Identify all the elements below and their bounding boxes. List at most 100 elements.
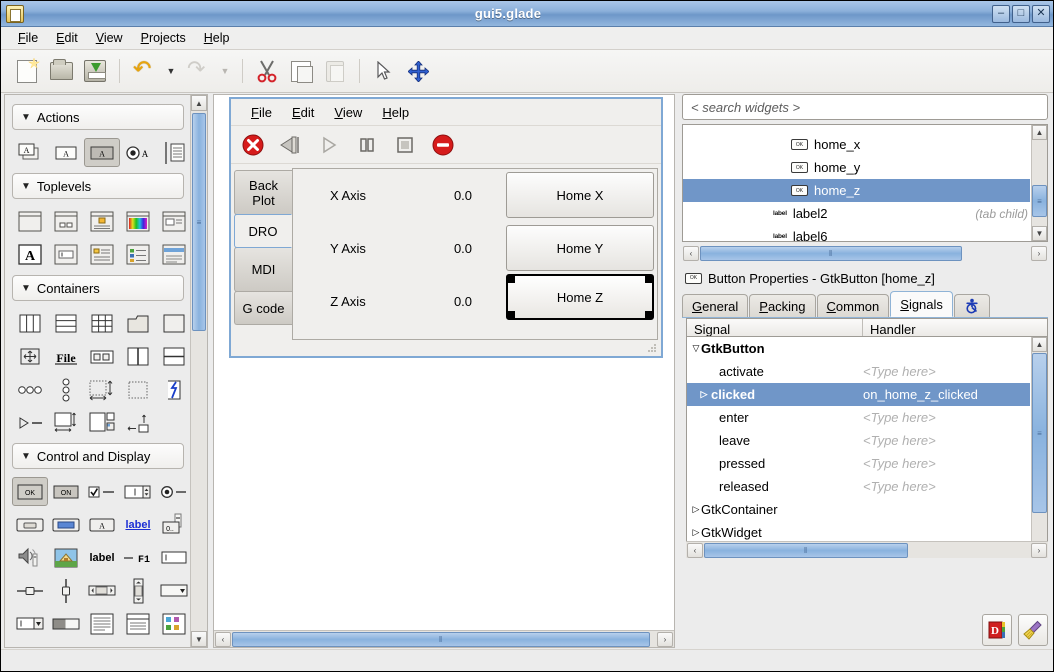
mock-menu-view[interactable]: View [324,105,372,120]
paste-icon[interactable] [319,55,351,87]
estop-icon[interactable] [239,131,267,159]
separator-icon[interactable] [156,642,192,647]
widget-tree-vertical-scrollbar[interactable]: ▲ ≡ ▼ [1031,125,1047,241]
table-icon[interactable] [84,309,120,338]
widget-tree-horizontal-scrollbar[interactable]: ‹ ‖ › [682,244,1048,262]
toolbar-dock-icon[interactable] [120,408,156,437]
action-group-icon[interactable]: A [12,138,48,167]
signals-scroll-up-button[interactable]: ▲ [1032,337,1047,352]
vbutton-box-icon[interactable] [12,375,48,404]
recent-action-icon[interactable] [156,138,192,167]
signals-hscroll-right-button[interactable]: › [1031,542,1047,558]
tree-scroll-up-button[interactable]: ▲ [1032,125,1047,140]
home-z-button[interactable]: Home Z [506,274,654,320]
palette-group-control-and-display[interactable]: ▼ Control and Display [12,443,184,469]
mock-menu-edit[interactable]: Edit [282,105,324,120]
signals-vertical-scrollbar[interactable]: ▲ ≡ ▼ [1031,337,1047,557]
signals-hscroll-thumb[interactable]: ‖ [704,542,908,558]
expander-open-icon[interactable]: ▽ [687,343,701,354]
signals-tree-view[interactable]: ▽ GtkButton activate <Type here> ▷ clicked… [686,336,1048,558]
signals-row-gtkcontainer[interactable]: ▷ GtkContainer [687,498,1030,521]
search-widgets-input[interactable]: < search widgets > [682,94,1048,120]
event-box-icon[interactable] [48,375,84,404]
selection-handle-bottom-left[interactable] [508,311,515,318]
radio-action-icon[interactable]: A [120,138,156,167]
palette-group-actions[interactable]: ▼ Actions [12,104,184,130]
scrolled-window-icon[interactable] [48,408,84,437]
selection-handle-top-right[interactable] [645,276,652,283]
hbutton-box-icon[interactable] [84,342,120,371]
expander-closed-icon[interactable]: ▷ [697,389,711,400]
tab-signals[interactable]: Signals [890,291,953,317]
signals-row-released-handler[interactable]: <Type here> [863,479,1030,494]
select-pointer-icon[interactable] [368,55,400,87]
signals-row-leave-handler[interactable]: <Type here> [863,433,1030,448]
mock-menu-file[interactable]: File [241,105,282,120]
tab-general[interactable]: General [682,294,749,317]
home-x-button[interactable]: Home X [506,172,654,218]
signals-row-enter-handler[interactable]: <Type here> [863,410,1030,425]
handle-box-icon[interactable] [84,408,120,437]
close-button[interactable]: ✕ [1032,4,1050,23]
volume-button-icon[interactable] [12,543,48,572]
palette-vertical-scrollbar[interactable]: ▲ ≡ ▼ [190,95,207,647]
home-y-button[interactable]: Home Y [506,225,654,271]
widget-tree-view[interactable]: OK home_x OK home_y OK home_z label labe… [682,124,1048,242]
radio-button-icon[interactable] [156,477,192,506]
file-chooser-button-icon[interactable] [12,510,48,539]
signals-row-released[interactable]: released <Type here> [687,475,1030,498]
dialog-icon[interactable] [48,207,84,236]
notebook-icon[interactable] [120,309,156,338]
action-icon[interactable]: A [48,138,84,167]
fixed-icon[interactable] [120,375,156,404]
menu-projects[interactable]: Projects [132,29,195,47]
tree-view-icon[interactable] [120,609,156,638]
abort-icon[interactable] [429,131,457,159]
selection-handle-bottom-right[interactable] [645,311,652,318]
design-horizontal-scrollbar[interactable]: ‹ ‖ › [214,630,674,647]
status-bar-icon[interactable] [12,642,48,647]
tab-gcode[interactable]: G code [234,291,292,325]
stop-icon[interactable] [391,131,419,159]
signals-scroll-thumb[interactable]: ≡ [1032,353,1047,513]
palette-group-toplevels[interactable]: ▼ Toplevels [12,173,184,199]
icon-view-icon[interactable] [156,609,192,638]
vscale-icon[interactable] [48,576,84,605]
tab-packing[interactable]: Packing [749,294,816,317]
color-button-icon[interactable] [48,510,84,539]
menu-help[interactable]: Help [195,29,239,47]
menu-view[interactable]: View [87,29,132,47]
tab-accessibility[interactable] [953,294,990,317]
vscrollbar-icon[interactable] [120,576,156,605]
signals-row-gtkbutton[interactable]: ▽ GtkButton [687,337,1030,360]
open-project-icon[interactable] [45,55,77,87]
run-icon[interactable] [315,131,343,159]
toggle-button-icon[interactable]: ON [48,477,84,506]
hbox-icon[interactable] [12,309,48,338]
signals-row-activate[interactable]: activate <Type here> [687,360,1030,383]
selection-handle-top-left[interactable] [508,276,515,283]
expander-closed-icon[interactable]: ▷ [687,527,701,538]
expander-closed-icon[interactable]: ▷ [687,504,701,515]
tree-hscroll-right-button[interactable]: › [1031,245,1047,261]
palette-scroll-up-button[interactable]: ▲ [191,95,207,111]
palette-scroll-thumb[interactable]: ≡ [192,113,206,331]
signals-row-pressed[interactable]: pressed <Type here> [687,452,1030,475]
vpaned-icon[interactable] [156,342,192,371]
signals-horizontal-scrollbar[interactable]: ‹ ‖ › [686,541,1048,558]
window-icon[interactable] [12,207,48,236]
spin-button-icon[interactable] [120,477,156,506]
signals-hscroll-left-button[interactable]: ‹ [687,542,703,558]
assistant-icon[interactable] [120,240,156,269]
resize-grip-icon[interactable] [647,343,658,354]
design-canvas[interactable]: File Edit View Help Back Plot DRO MDI G … [214,95,674,630]
tree-row-label6[interactable]: label label6 [683,225,1030,241]
signals-row-clicked-handler[interactable]: on_home_z_clicked [863,387,1030,402]
signals-row-enter[interactable]: enter <Type here> [687,406,1030,429]
color-selection-dialog-icon[interactable] [120,207,156,236]
link-button-icon[interactable]: label [120,510,156,539]
input-dialog-icon[interactable] [48,240,84,269]
drag-resize-icon[interactable] [402,55,434,87]
mock-menu-help[interactable]: Help [372,105,419,120]
font-selection-dialog-icon[interactable]: A [12,240,48,269]
